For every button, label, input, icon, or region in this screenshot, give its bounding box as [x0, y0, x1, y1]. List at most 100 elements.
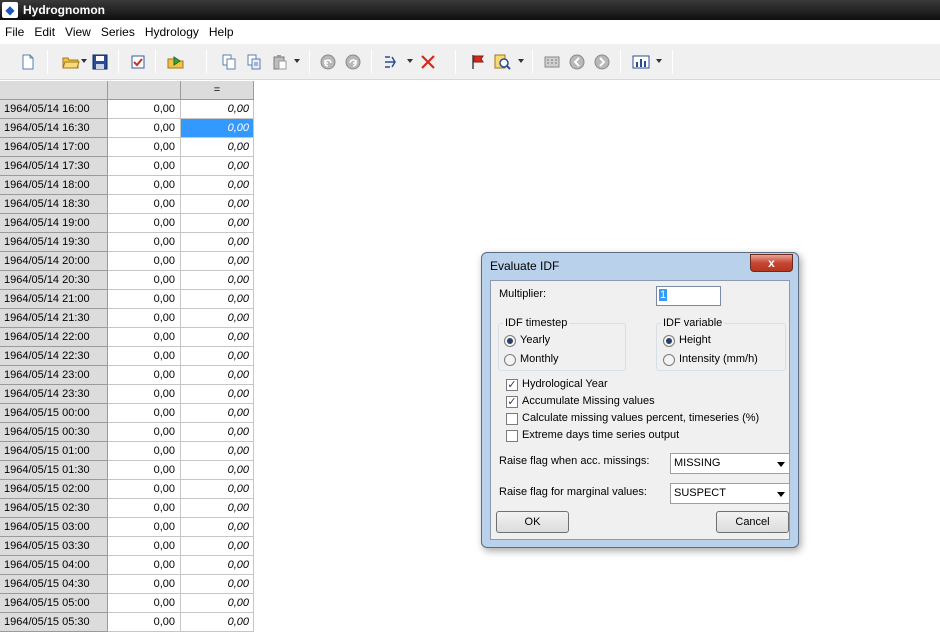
series-1-cell[interactable]: 0,00	[108, 499, 181, 518]
series-2-cell[interactable]: 0,00	[181, 461, 254, 480]
series-2-cell[interactable]: 0,00	[181, 480, 254, 499]
series-1-cell[interactable]: 0,00	[108, 309, 181, 328]
series-2-cell[interactable]: 0,00	[181, 290, 254, 309]
ok-button[interactable]: OK	[496, 511, 569, 533]
series-2-cell[interactable]: 0,00	[181, 157, 254, 176]
cancel-button[interactable]: Cancel	[716, 511, 789, 533]
missing-flag-select[interactable]: MISSING	[670, 453, 790, 474]
row-date-cell[interactable]: 1964/05/15 03:00	[0, 518, 108, 537]
series-2-cell[interactable]: 0,00	[181, 499, 254, 518]
row-date-cell[interactable]: 1964/05/15 05:00	[0, 594, 108, 613]
series-1-cell[interactable]: 0,00	[108, 347, 181, 366]
table-row[interactable]: 1964/05/15 03:30 0,00 0,00	[0, 537, 254, 556]
row-date-cell[interactable]: 1964/05/14 16:30	[0, 119, 108, 138]
series-2-cell[interactable]: 0,00	[181, 613, 254, 632]
open-dropdown-arrow[interactable]	[81, 59, 87, 63]
row-date-cell[interactable]: 1964/05/14 23:00	[0, 366, 108, 385]
row-date-cell[interactable]: 1964/05/14 18:30	[0, 195, 108, 214]
table-row[interactable]: 1964/05/15 04:00 0,00 0,00	[0, 556, 254, 575]
find-dropdown-arrow[interactable]	[518, 59, 524, 63]
forward-icon[interactable]	[592, 52, 612, 72]
series-2-cell[interactable]: 0,00	[181, 271, 254, 290]
missing-percent-label[interactable]: Calculate missing values percent, timese…	[522, 412, 759, 424]
table-row[interactable]: 1964/05/14 23:00 0,00 0,00	[0, 366, 254, 385]
properties-icon[interactable]	[128, 52, 148, 72]
series-2-cell[interactable]: 0,00	[181, 385, 254, 404]
row-date-cell[interactable]: 1964/05/15 04:30	[0, 575, 108, 594]
series-1-cell[interactable]: 0,00	[108, 556, 181, 575]
table-row[interactable]: 1964/05/14 19:00 0,00 0,00	[0, 214, 254, 233]
table-row[interactable]: 1964/05/14 22:00 0,00 0,00	[0, 328, 254, 347]
grid-header-date[interactable]	[0, 81, 108, 100]
menu-series[interactable]: Series	[96, 22, 140, 42]
table-row[interactable]: 1964/05/15 02:00 0,00 0,00	[0, 480, 254, 499]
table-row[interactable]: 1964/05/14 20:30 0,00 0,00	[0, 271, 254, 290]
find-icon[interactable]	[493, 52, 513, 72]
series-2-cell[interactable]: 0,00	[181, 366, 254, 385]
chart-dropdown-arrow[interactable]	[656, 59, 662, 63]
flag-icon[interactable]	[468, 52, 488, 72]
accumulate-missing-label[interactable]: Accumulate Missing values	[522, 395, 655, 407]
series-2-cell[interactable]: 0,00	[181, 442, 254, 461]
paste-dropdown-arrow[interactable]	[294, 59, 300, 63]
row-date-cell[interactable]: 1964/05/14 22:30	[0, 347, 108, 366]
extreme-days-checkbox[interactable]	[506, 430, 518, 442]
menu-help[interactable]: Help	[204, 22, 239, 42]
series-2-cell[interactable]: 0,00	[181, 556, 254, 575]
row-date-cell[interactable]: 1964/05/15 01:00	[0, 442, 108, 461]
series-1-cell[interactable]: 0,00	[108, 480, 181, 499]
table-row[interactable]: 1964/05/14 16:00 0,00 0,00	[0, 100, 254, 119]
series-1-cell[interactable]: 0,00	[108, 328, 181, 347]
table-row[interactable]: 1964/05/14 17:00 0,00 0,00	[0, 138, 254, 157]
series-1-cell[interactable]: 0,00	[108, 252, 181, 271]
row-date-cell[interactable]: 1964/05/15 00:00	[0, 404, 108, 423]
series-1-cell[interactable]: 0,00	[108, 290, 181, 309]
series-2-cell[interactable]: 0,00	[181, 195, 254, 214]
accumulate-missing-checkbox[interactable]: ✓	[506, 396, 518, 408]
series-2-cell[interactable]: 0,00	[181, 309, 254, 328]
grid-header-series-1[interactable]	[108, 81, 181, 100]
timestep-monthly-label[interactable]: Monthly	[520, 353, 559, 365]
import-icon[interactable]	[166, 52, 186, 72]
series-1-cell[interactable]: 0,00	[108, 613, 181, 632]
copy-icon[interactable]	[219, 52, 239, 72]
variable-height-radio[interactable]	[663, 335, 675, 347]
series-1-cell[interactable]: 0,00	[108, 176, 181, 195]
hydrological-year-label[interactable]: Hydrological Year	[522, 378, 608, 390]
variable-intensity-label[interactable]: Intensity (mm/h)	[679, 353, 758, 365]
series-1-cell[interactable]: 0,00	[108, 195, 181, 214]
row-date-cell[interactable]: 1964/05/15 03:30	[0, 537, 108, 556]
missing-percent-checkbox[interactable]	[506, 413, 518, 425]
series-1-cell[interactable]: 0,00	[108, 233, 181, 252]
open-folder-icon[interactable]	[61, 52, 81, 72]
series-2-cell[interactable]: 0,00	[181, 252, 254, 271]
row-date-cell[interactable]: 1964/05/14 19:30	[0, 233, 108, 252]
series-2-cell[interactable]: 0,00	[181, 423, 254, 442]
grid-header-series-2[interactable]: =	[181, 81, 254, 100]
table-row[interactable]: 1964/05/15 05:00 0,00 0,00	[0, 594, 254, 613]
table-row[interactable]: 1964/05/15 05:30 0,00 0,00	[0, 613, 254, 632]
row-date-cell[interactable]: 1964/05/14 17:00	[0, 138, 108, 157]
timestep-monthly-radio[interactable]	[504, 354, 516, 366]
series-2-cell[interactable]: 0,00	[181, 119, 254, 138]
multiplier-input[interactable]: 1	[656, 286, 721, 306]
chart-icon[interactable]	[631, 52, 651, 72]
series-1-cell[interactable]: 0,00	[108, 575, 181, 594]
row-date-cell[interactable]: 1964/05/14 23:30	[0, 385, 108, 404]
table-row[interactable]: 1964/05/14 16:30 0,00 0,00	[0, 119, 254, 138]
timestep-yearly-label[interactable]: Yearly	[520, 334, 550, 346]
row-date-cell[interactable]: 1964/05/15 02:00	[0, 480, 108, 499]
series-1-cell[interactable]: 0,00	[108, 594, 181, 613]
menu-edit[interactable]: Edit	[29, 22, 60, 42]
series-1-cell[interactable]: 0,00	[108, 442, 181, 461]
series-1-cell[interactable]: 0,00	[108, 366, 181, 385]
table-row[interactable]: 1964/05/14 18:30 0,00 0,00	[0, 195, 254, 214]
table-row[interactable]: 1964/05/14 21:30 0,00 0,00	[0, 309, 254, 328]
row-date-cell[interactable]: 1964/05/15 05:30	[0, 613, 108, 632]
table-row[interactable]: 1964/05/15 02:30 0,00 0,00	[0, 499, 254, 518]
row-date-cell[interactable]: 1964/05/14 22:00	[0, 328, 108, 347]
table-row[interactable]: 1964/05/15 01:00 0,00 0,00	[0, 442, 254, 461]
row-date-cell[interactable]: 1964/05/15 02:30	[0, 499, 108, 518]
table-row[interactable]: 1964/05/15 04:30 0,00 0,00	[0, 575, 254, 594]
new-file-icon[interactable]	[18, 52, 38, 72]
